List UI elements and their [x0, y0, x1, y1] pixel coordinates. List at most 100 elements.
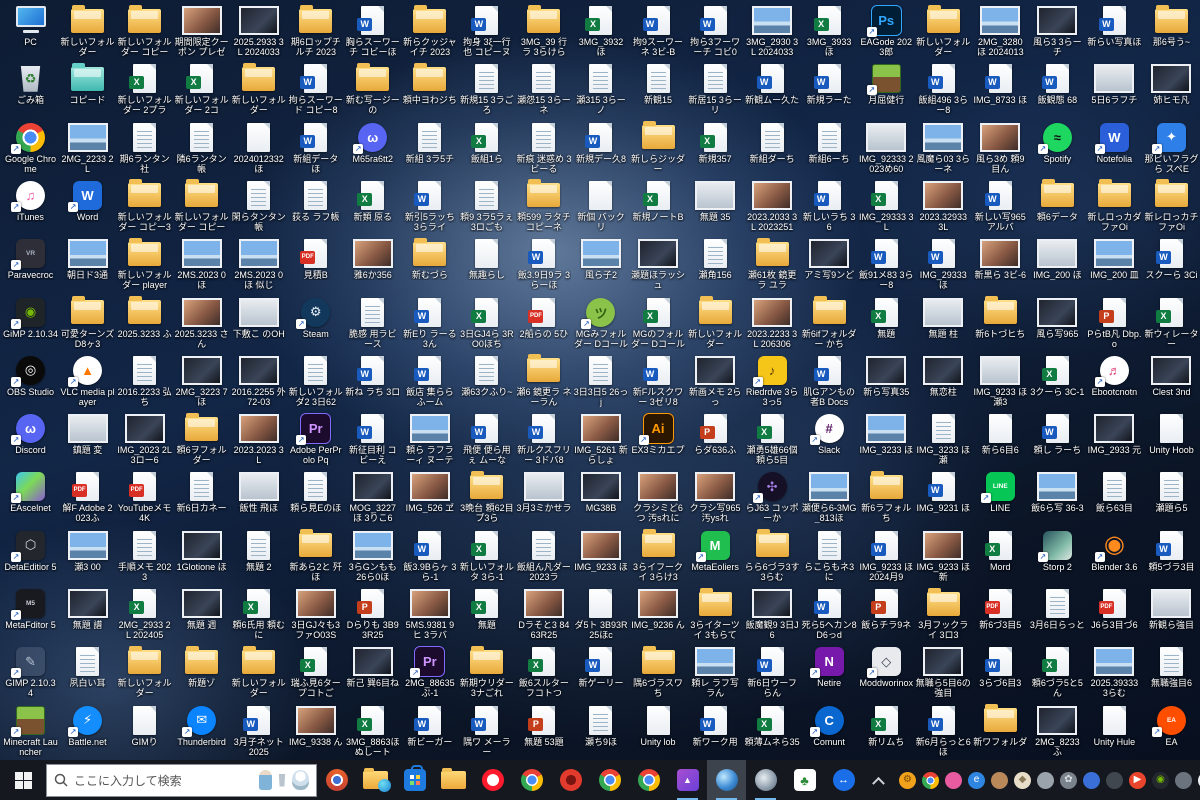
desktop-icon[interactable]: 新己 巽6目ね [344, 643, 401, 701]
desktop-icon[interactable]: 新むづら [401, 235, 458, 293]
desktop-icon[interactable]: X瀬勇5雄66個 頼ら5目 [744, 410, 801, 468]
desktop-icon[interactable]: W飯91メ83 3らー8 [858, 235, 915, 293]
desktop-icon[interactable]: 新しいフォルダー player [116, 235, 173, 293]
tray-icon-7[interactable] [1037, 772, 1054, 789]
desktop-icon[interactable]: 3月フックライ 3ロ3 [915, 585, 972, 643]
desktop-icon[interactable]: Unity lob [630, 702, 687, 760]
desktop-icon[interactable]: ↗月屈健行 [858, 60, 915, 118]
taskbar-app-tree[interactable]: ♣ [785, 760, 824, 800]
desktop-icon[interactable]: X新規ノートB [630, 177, 687, 235]
desktop-icon[interactable]: X飯組1ら [458, 119, 515, 177]
desktop-icon[interactable]: らこらもネ3に [801, 527, 858, 585]
desktop-icon[interactable]: IMG_5261 新らしょ [572, 410, 629, 468]
desktop-icon[interactable]: PDF新6づ3目5 [972, 585, 1029, 643]
desktop-icon[interactable]: W新6日ウーフらん [744, 643, 801, 701]
desktop-icon[interactable]: 新題ゾ [173, 643, 230, 701]
desktop-icon[interactable]: W新6月らっと6ほ [915, 702, 972, 760]
desktop-icon[interactable]: W飯組496 3らー8 [915, 60, 972, 118]
desktop-icon[interactable]: 新しいフォルダー [116, 643, 173, 701]
desktop-icon[interactable]: W3らづ6目3 [972, 643, 1029, 701]
desktop-icon[interactable]: 期6ランタン社 [116, 119, 173, 177]
desktop-icon[interactable]: Clest 3nd [1143, 352, 1200, 410]
desktop-icon[interactable]: ↗Google Chrome [2, 119, 59, 177]
desktop-icon[interactable]: 頼ら見Eのほ [287, 468, 344, 526]
desktop-icon[interactable]: 新組6ーち [801, 119, 858, 177]
desktop-icon[interactable]: Unity Hoob [1143, 410, 1200, 468]
tray-icon-3[interactable] [945, 772, 962, 789]
tray-icon-4[interactable]: e [968, 772, 985, 789]
desktop-icon[interactable]: 那6号う~ [1143, 2, 1200, 60]
desktop-icon[interactable]: 無題 譜 [59, 585, 116, 643]
desktop-icon[interactable]: IMG_526 ヹ [401, 468, 458, 526]
tray-overflow-chevron[interactable] [863, 760, 893, 800]
desktop-icon[interactable]: W新ルクスフリー 3ドバ8 [515, 410, 572, 468]
desktop-icon[interactable]: 期6ロップチルチ 2023 [287, 2, 344, 60]
desktop-icon[interactable]: 2MG_3280 ほ 2024013 [972, 2, 1029, 60]
desktop-icon[interactable]: IMG_9236 ん [630, 585, 687, 643]
desktop-icon[interactable]: 2023.2023 3L [230, 410, 287, 468]
desktop-icon[interactable]: 手順メモ 2023 [116, 527, 173, 585]
desktop-icon[interactable]: X新しいフォルタ 3ら-1 [458, 527, 515, 585]
desktop-icon[interactable]: Pr↗2MG_88635 ぷ-1 [401, 643, 458, 701]
desktop-icon[interactable]: 瀬315 3らーノ [572, 60, 629, 118]
desktop-icon[interactable]: W新観ムー久た [744, 60, 801, 118]
desktop-icon[interactable]: 2025.3233 ふ [116, 294, 173, 352]
desktop-icon[interactable]: 新居15 3らーリ [687, 60, 744, 118]
desktop-icon[interactable]: P飯らチラ9ネ [858, 585, 915, 643]
desktop-icon[interactable]: 脆感 用ラビース [344, 294, 401, 352]
taskbar-app-opera[interactable] [473, 760, 512, 800]
desktop-icon[interactable]: ≈↗Spotify [1029, 119, 1086, 177]
desktop-icon[interactable]: X3日GJ4ら 3RO0ほち [458, 294, 515, 352]
desktop-icon[interactable]: 新6ifフォルダー かち [801, 294, 858, 352]
desktop-icon[interactable]: X3MG_3933 ほ [801, 2, 858, 60]
desktop-icon[interactable]: W新ね ラち 3ロ [344, 352, 401, 410]
desktop-icon[interactable]: LINE↗LINE [972, 468, 1029, 526]
desktop-icon[interactable]: 無職強目6 [1143, 643, 1200, 701]
desktop-icon[interactable]: 無題 2 [230, 527, 287, 585]
desktop-icon[interactable]: W3月子ネット 2025 [230, 702, 287, 760]
desktop-icon[interactable]: W↗Notefolia [1086, 119, 1143, 177]
desktop-icon[interactable]: IMG_200 ほ [1029, 235, 1086, 293]
desktop-icon[interactable]: W隅ワ メーラー [458, 702, 515, 760]
desktop-icon[interactable]: W↗Word [59, 177, 116, 235]
desktop-icon[interactable]: W拘ら3フーワーチ コビ0 [687, 2, 744, 60]
tray-icon-2[interactable] [922, 772, 939, 789]
desktop-icon[interactable]: ⚙↗Steam [287, 294, 344, 352]
taskbar-app-earthA[interactable] [707, 760, 746, 800]
desktop-icon[interactable]: X3MG_8863ほ ぬしート [344, 702, 401, 760]
desktop-icon[interactable]: Pらダ636ふ [687, 410, 744, 468]
desktop-icon[interactable]: ダ5ト 3B93R25ほc [572, 585, 629, 643]
desktop-icon[interactable]: 3月6日らっと [1029, 585, 1086, 643]
desktop-icon[interactable]: W胸らスーワーチ コビーほ [344, 2, 401, 60]
desktop-icon[interactable]: 風ら写965 [1029, 294, 1086, 352]
desktop-icon[interactable]: 夙白い耳 [59, 643, 116, 701]
desktop-icon[interactable]: PDF2船らの 5ひ [515, 294, 572, 352]
desktop-icon[interactable]: W飯3.9Bらヶ 3ら-1 [401, 527, 458, 585]
desktop-icon[interactable]: Ai↗EX3ミカエプ [630, 410, 687, 468]
desktop-icon[interactable]: 新6トづヒち [972, 294, 1029, 352]
taskbar-app-chrome[interactable] [512, 760, 551, 800]
desktop-icon[interactable]: 2MG_3223 7ほ [173, 352, 230, 410]
desktop-icon[interactable]: 新6日カネー [173, 468, 230, 526]
search-input[interactable]: ここに入力して検索 [46, 764, 317, 797]
desktop-icon[interactable]: N↗Netire [801, 643, 858, 701]
desktop-icon[interactable]: 新しいフォルダー [230, 60, 287, 118]
desktop-icon[interactable]: 3MG_2930 3L 2024033 [744, 2, 801, 60]
desktop-icon[interactable]: XMord [972, 527, 1029, 585]
desktop-icon[interactable]: 2016.2233 弘ち [116, 352, 173, 410]
desktop-icon[interactable]: X無題 [458, 585, 515, 643]
desktop-icon[interactable]: 風ら3め 頼9目ん [972, 119, 1029, 177]
desktop-icon[interactable]: 瀬題ら5 [1143, 468, 1200, 526]
taskbar-app-chrome[interactable] [629, 760, 668, 800]
desktop-icon[interactable]: MG38B [572, 468, 629, 526]
desktop-icon[interactable]: 新しロっカダ ファOi [1086, 177, 1143, 235]
desktop-icon[interactable]: 飯魔観9 3日J6 [744, 585, 801, 643]
desktop-icon[interactable]: C↗Comunt [801, 702, 858, 760]
desktop-icon[interactable]: 可愛ターンズ D8ヶ3 [59, 294, 116, 352]
desktop-icon[interactable]: 新しいフォルダー [230, 643, 287, 701]
desktop-icon[interactable]: ◇↗Moddworinox [858, 643, 915, 701]
desktop-icon[interactable]: 新組 3ラ5チ [401, 119, 458, 177]
tray-icon-1[interactable]: ⚙ [899, 772, 916, 789]
desktop-icon[interactable]: クラシミど6つ 汚sれに [630, 468, 687, 526]
desktop-icon[interactable]: W飛便 便ら用ぇ ムーな [458, 410, 515, 468]
